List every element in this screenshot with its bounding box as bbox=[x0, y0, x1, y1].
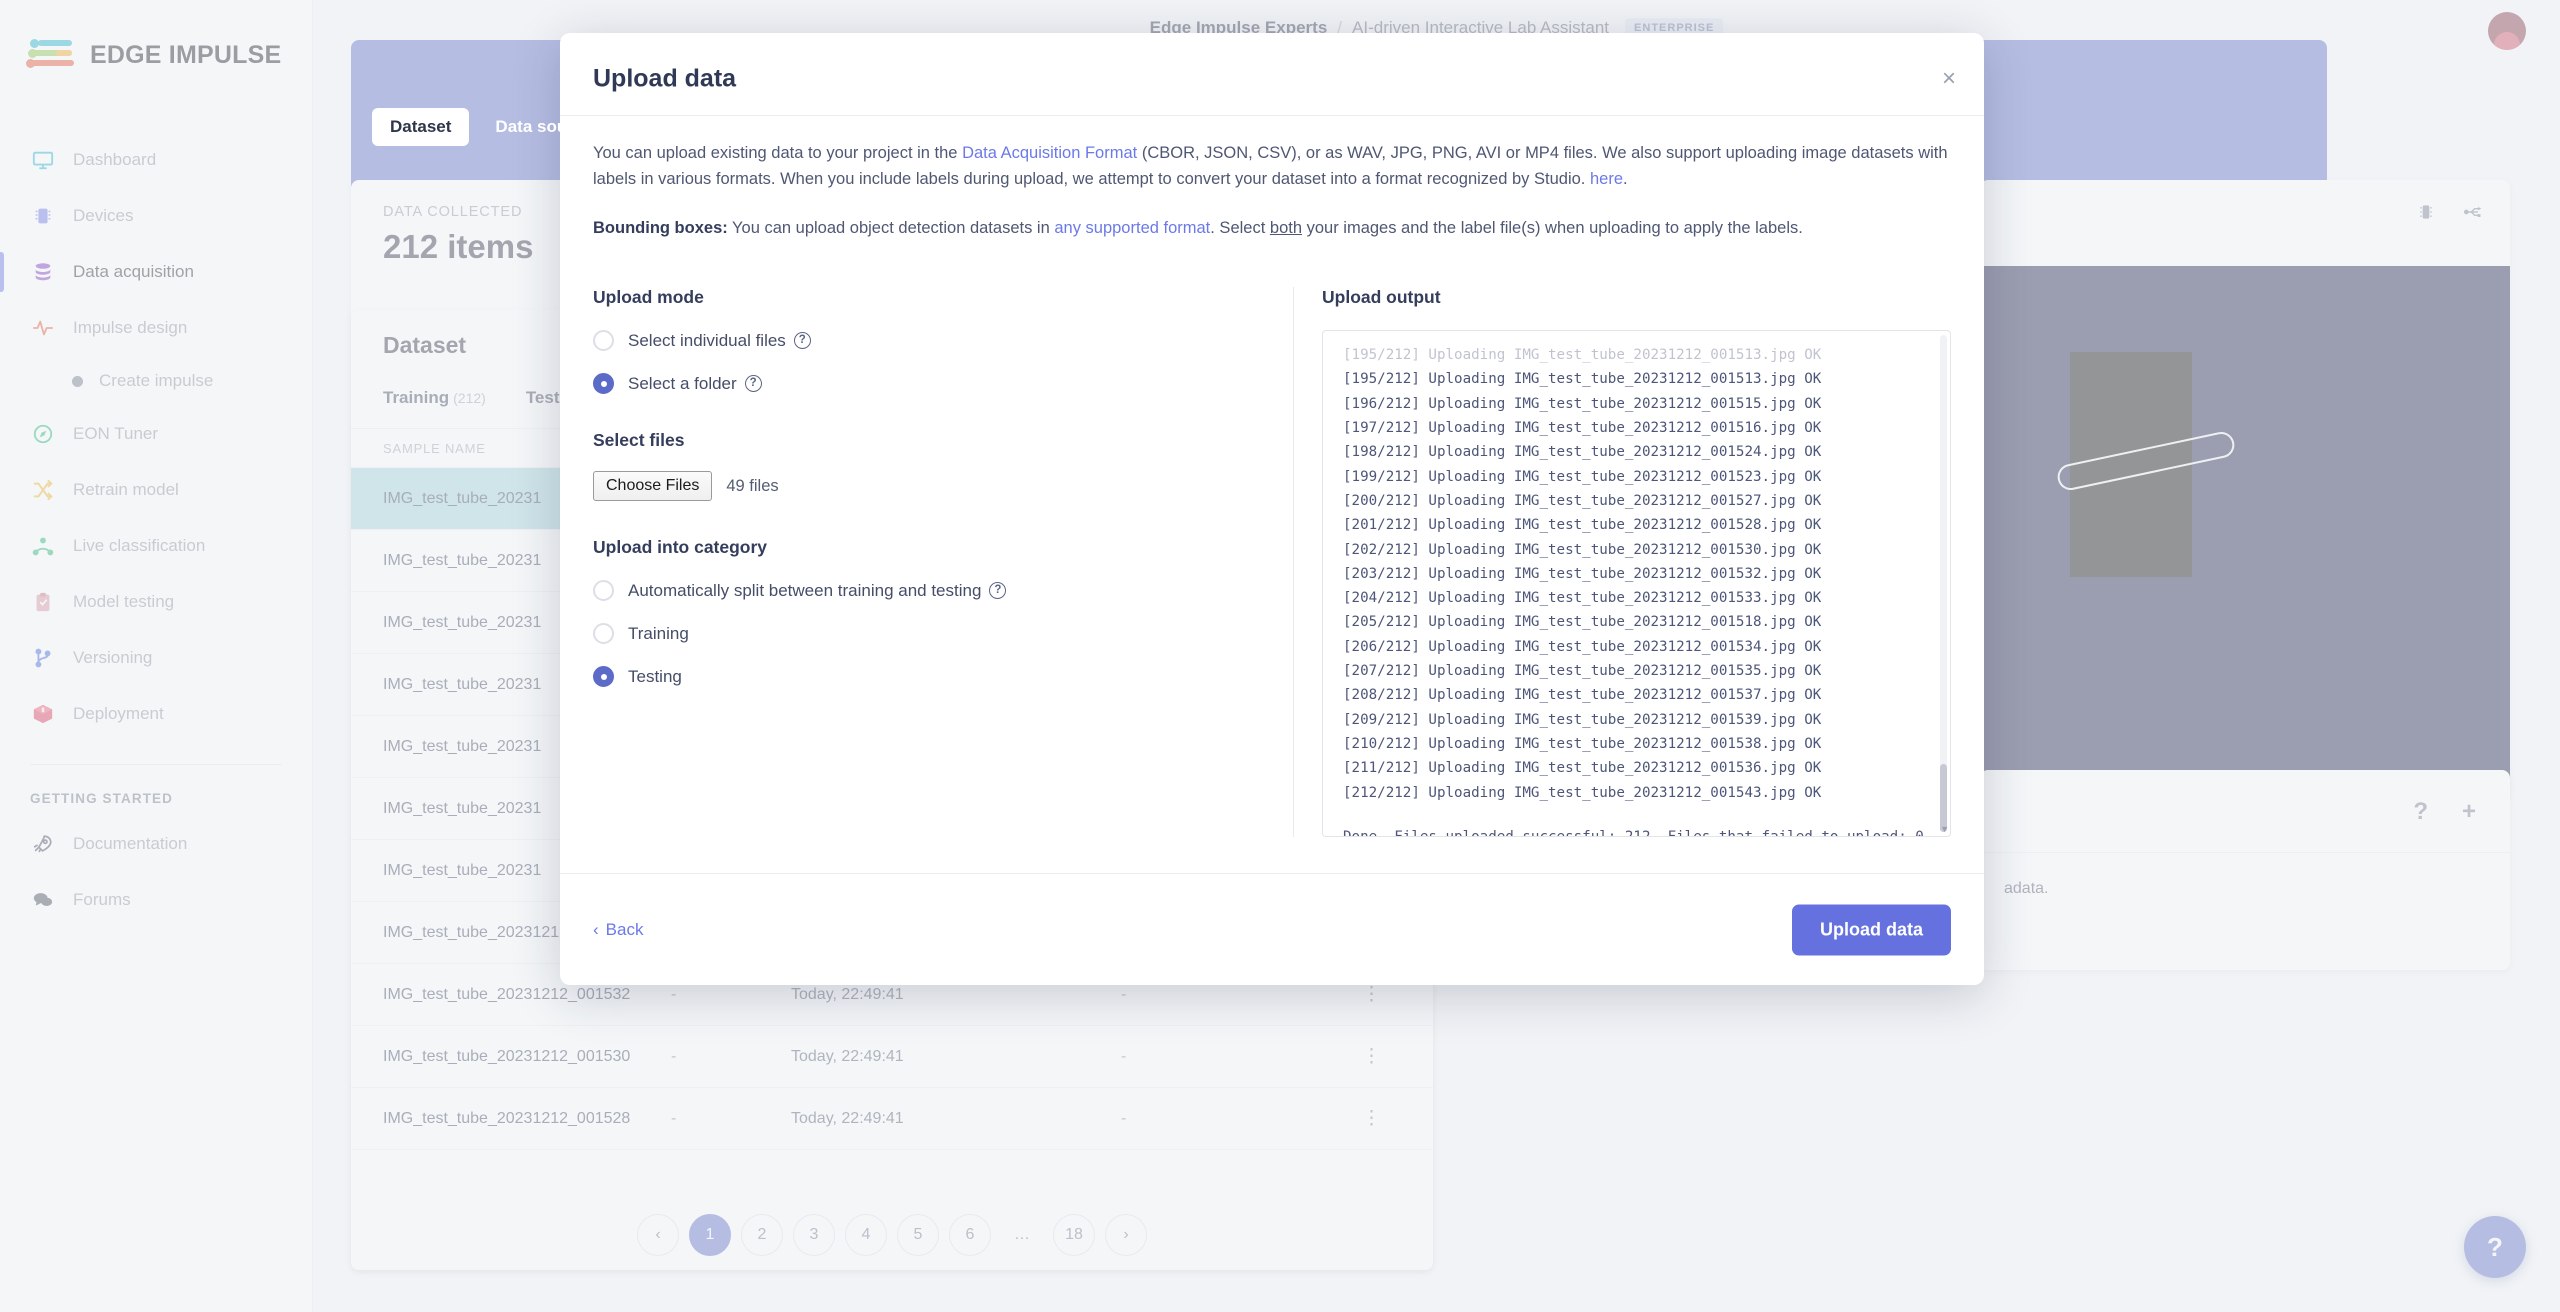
radio-circle-icon[interactable] bbox=[593, 330, 614, 352]
log-line: [201/212] Uploading IMG_test_tube_202312… bbox=[1343, 517, 1822, 534]
upload-data-button[interactable]: Upload data bbox=[1791, 904, 1951, 955]
log-line: [208/212] Uploading IMG_test_tube_202312… bbox=[1343, 687, 1822, 704]
radio-label: Select individual files bbox=[628, 330, 786, 350]
log-line: [212/212] Uploading IMG_test_tube_202312… bbox=[1343, 784, 1822, 801]
back-button[interactable]: ‹ Back bbox=[593, 920, 643, 940]
modal-footer: ‹ Back Upload data bbox=[560, 873, 1984, 985]
upload-category-title: Upload into category bbox=[593, 537, 768, 558]
upload-data-modal: Upload data × You can upload existing da… bbox=[560, 33, 1984, 985]
log-line: [211/212] Uploading IMG_test_tube_202312… bbox=[1343, 760, 1822, 777]
bounding-boxes-label: Bounding boxes: bbox=[593, 219, 728, 238]
log-scrollbar-thumb[interactable] bbox=[1940, 764, 1947, 833]
radio-circle-icon[interactable] bbox=[593, 580, 614, 602]
log-line: [204/212] Uploading IMG_test_tube_202312… bbox=[1343, 590, 1822, 607]
log-line: [198/212] Uploading IMG_test_tube_202312… bbox=[1343, 444, 1822, 461]
radio-label-wrap: Training bbox=[628, 624, 689, 644]
close-icon[interactable]: × bbox=[1942, 67, 1956, 91]
log-line: [210/212] Uploading IMG_test_tube_202312… bbox=[1343, 735, 1822, 752]
radio-label: Testing bbox=[628, 666, 682, 686]
modal-left-column: Upload mode Select individual files ? Se… bbox=[593, 287, 1293, 837]
log-scrollbar-track[interactable] bbox=[1940, 335, 1947, 833]
bb-text-3: your images and the label file(s) when u… bbox=[1302, 219, 1803, 238]
radio-circle-icon[interactable] bbox=[593, 666, 614, 688]
modal-columns: Upload mode Select individual files ? Se… bbox=[593, 287, 1951, 838]
radio-label-wrap: Select a folder ? bbox=[628, 374, 762, 394]
radio-label-wrap: Automatically split between training and… bbox=[628, 580, 1007, 601]
modal-title: Upload data bbox=[593, 64, 737, 93]
bounding-boxes-paragraph: Bounding boxes: You can upload object de… bbox=[593, 215, 1951, 241]
any-supported-format-link[interactable]: any supported format bbox=[1054, 219, 1210, 237]
radio-circle-icon[interactable] bbox=[593, 373, 614, 395]
select-files-title: Select files bbox=[593, 430, 685, 451]
log-line: [199/212] Uploading IMG_test_tube_202312… bbox=[1343, 468, 1822, 485]
chevron-left-icon: ‹ bbox=[593, 919, 599, 939]
upload-output-title: Upload output bbox=[1322, 287, 1441, 308]
modal-header: Upload data × bbox=[560, 33, 1984, 116]
log-line: [207/212] Uploading IMG_test_tube_202312… bbox=[1343, 663, 1822, 680]
bb-text-1: You can upload object detection datasets… bbox=[727, 219, 1055, 238]
back-button-label: Back bbox=[605, 919, 644, 939]
radio-select-individual-files[interactable]: Select individual files ? bbox=[593, 330, 1263, 352]
radio-auto-split[interactable]: Automatically split between training and… bbox=[593, 580, 1263, 602]
desc-text-1: You can upload existing data to your pro… bbox=[593, 144, 963, 162]
tab-data-sources[interactable]: Data sources bbox=[477, 108, 620, 146]
radio-label: Automatically split between training and… bbox=[628, 580, 982, 600]
log-line: [195/212] Uploading IMG_test_tube_202312… bbox=[1343, 371, 1822, 388]
log-line: [206/212] Uploading IMG_test_tube_202312… bbox=[1343, 638, 1822, 655]
log-line: [196/212] Uploading IMG_test_tube_202312… bbox=[1343, 395, 1822, 412]
page-tabs: Dataset Data sources bbox=[372, 108, 620, 146]
log-line: [195/212] Uploading IMG_test_tube_202312… bbox=[1343, 347, 1822, 364]
both-emphasis: both bbox=[1269, 219, 1303, 238]
here-link[interactable]: here bbox=[1590, 170, 1623, 188]
log-line: [202/212] Uploading IMG_test_tube_202312… bbox=[1343, 541, 1822, 558]
upload-output-log[interactable]: [195/212] Uploading IMG_test_tube_202312… bbox=[1322, 330, 1951, 838]
log-lines: [195/212] Uploading IMG_test_tube_202312… bbox=[1323, 331, 1950, 836]
radio-label: Training bbox=[628, 623, 689, 643]
log-line: [205/212] Uploading IMG_test_tube_202312… bbox=[1343, 614, 1822, 631]
upload-description-paragraph: You can upload existing data to your pro… bbox=[593, 140, 1951, 192]
modal-right-column: Upload output [195/212] Uploading IMG_te… bbox=[1293, 287, 1951, 838]
desc-text-3: . bbox=[1623, 170, 1628, 189]
upload-mode-title: Upload mode bbox=[593, 287, 704, 308]
log-line: [200/212] Uploading IMG_test_tube_202312… bbox=[1343, 492, 1822, 509]
choose-files-button[interactable]: Choose Files bbox=[593, 471, 713, 502]
data-acquisition-format-link[interactable]: Data Acquisition Format bbox=[962, 144, 1137, 162]
radio-select-a-folder[interactable]: Select a folder ? bbox=[593, 373, 1263, 395]
help-circle-icon[interactable]: ? bbox=[989, 582, 1007, 600]
scroll-down-icon[interactable]: ▼ bbox=[1940, 824, 1949, 834]
selected-file-count: 49 files bbox=[726, 476, 779, 495]
log-line: [209/212] Uploading IMG_test_tube_202312… bbox=[1343, 711, 1822, 728]
radio-label-wrap: Testing bbox=[628, 667, 682, 687]
radio-label: Select a folder bbox=[628, 373, 737, 393]
file-picker-row: Choose Files 49 files bbox=[593, 471, 1263, 502]
help-circle-icon[interactable]: ? bbox=[793, 332, 811, 350]
radio-training[interactable]: Training bbox=[593, 623, 1263, 645]
bb-text-2: . Select bbox=[1210, 219, 1270, 238]
log-line: [203/212] Uploading IMG_test_tube_202312… bbox=[1343, 565, 1822, 582]
radio-testing[interactable]: Testing bbox=[593, 666, 1263, 688]
radio-label-wrap: Select individual files ? bbox=[628, 331, 811, 351]
help-circle-icon[interactable]: ? bbox=[744, 375, 762, 393]
tab-dataset[interactable]: Dataset bbox=[372, 108, 470, 146]
log-summary: Done. Files uploaded successful: 212. Fi… bbox=[1343, 825, 1934, 836]
log-line: [197/212] Uploading IMG_test_tube_202312… bbox=[1343, 420, 1822, 437]
modal-body: You can upload existing data to your pro… bbox=[560, 116, 1984, 873]
radio-circle-icon[interactable] bbox=[593, 623, 614, 645]
